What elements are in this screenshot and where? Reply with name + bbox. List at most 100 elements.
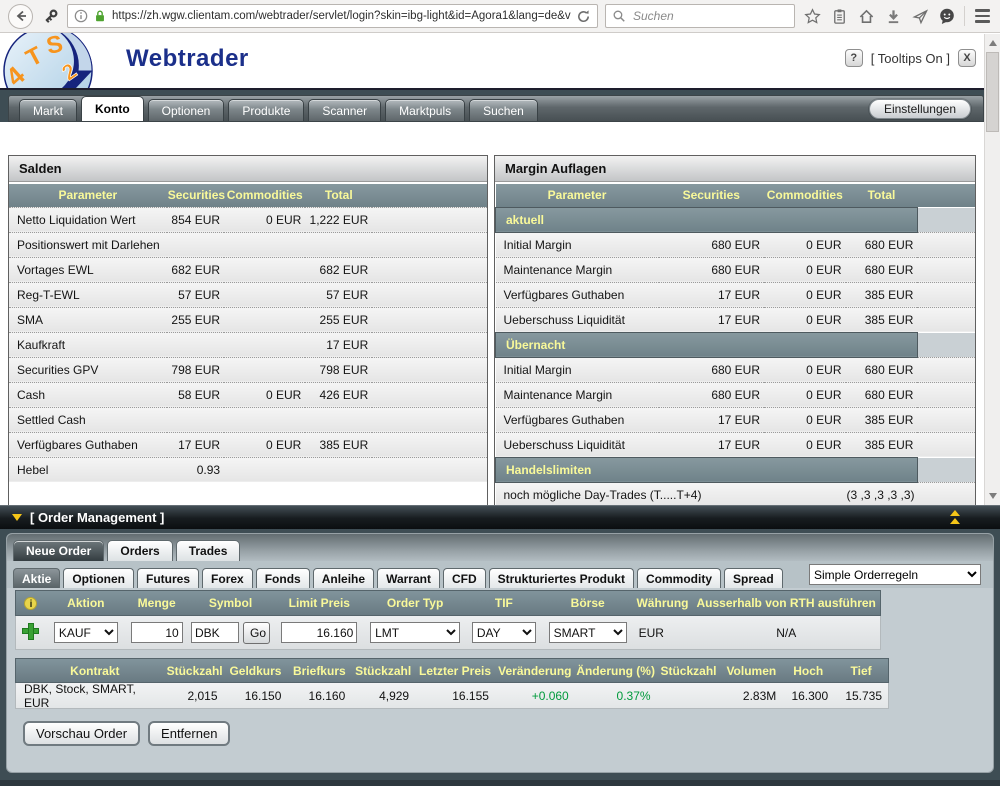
header-divider [0,88,984,90]
menu-hamburger-icon[interactable] [972,6,992,26]
col-parameter: Parameter [496,184,659,207]
balance-row: Settled Cash [9,407,487,432]
window-bottom-edge [0,780,1000,786]
margin-row: Ueberschuss Liquidität17 EUR0 EUR385 EUR [496,432,976,457]
browser-toolbar: https://zh.wgw.clientam.com/webtrader/se… [0,0,1000,33]
add-order-icon[interactable] [23,624,38,639]
quote-row[interactable]: DBK, Stock, SMART, EUR 2,015 16.150 16.1… [15,683,889,709]
https-lock-icon[interactable] [93,9,107,23]
order-management-panel: Neue Order Orders Trades Aktie Optionen … [6,533,994,773]
tab-optionen[interactable]: Optionen [148,99,225,121]
tab-fonds[interactable]: Fonds [256,568,310,588]
reload-icon[interactable] [576,9,591,24]
section-header-row: Handelslimiten [496,457,976,482]
tab-aktie[interactable]: Aktie [13,568,60,588]
tab-suchen[interactable]: Suchen [469,99,538,121]
symbol-input[interactable] [191,622,239,643]
col-commodities: Commodities [764,184,846,207]
tab-konto[interactable]: Konto [81,96,144,121]
bookmark-star-icon[interactable] [802,6,822,26]
exchange-select[interactable]: SMART [549,622,627,643]
tab-trades[interactable]: Trades [176,540,241,561]
url-bar[interactable]: https://zh.wgw.clientam.com/webtrader/se… [67,4,598,28]
page-scrollbar[interactable] [984,34,1000,505]
quote-last: 16.155 [415,689,495,703]
tab-cfd[interactable]: CFD [443,568,486,588]
outside-rth-value: N/A [692,626,880,640]
col-total: Total [846,184,918,207]
order-rules-select[interactable]: Simple Orderregeln [809,564,981,585]
quote-table-header: Kontrakt Stückzahl Geldkurs Briefkurs St… [15,658,889,683]
col-kontrakt: Kontrakt [16,664,166,678]
tab-forex[interactable]: Forex [202,568,253,588]
account-page: Salden Parameter Securities Commodities … [0,122,984,505]
col-securities: Securities [167,184,224,207]
tab-spread[interactable]: Spread [724,568,783,588]
tab-warrant[interactable]: Warrant [377,568,440,588]
close-button[interactable]: X [958,49,976,67]
col-stueckzahl-last: Stückzahl [657,664,721,678]
remove-button[interactable]: Entfernen [148,721,230,746]
download-icon[interactable] [883,6,903,26]
tab-neue-order[interactable]: Neue Order [13,540,104,561]
tab-markt[interactable]: Markt [19,99,77,121]
tab-marktpuls[interactable]: Marktpuls [385,99,465,121]
scroll-up-arrow[interactable] [989,40,997,46]
col-total: Total [305,184,372,207]
panel-collapse-arrows-icon[interactable] [950,510,960,524]
col-order-typ: Order Typ [365,596,465,610]
margin-row: Initial Margin680 EUR0 EUR680 EUR [496,232,976,257]
tif-select[interactable]: DAY [472,622,536,643]
tab-anleihe[interactable]: Anleihe [313,568,374,588]
browser-search-box[interactable] [605,4,795,28]
col-symbol: Symbol [188,596,274,610]
col-veraenderung: Veränderung [495,664,575,678]
quote-bid: 16.150 [224,689,288,703]
webtrader-window: https://zh.wgw.clientam.com/webtrader/se… [0,0,1000,786]
send-page-icon[interactable] [910,6,930,26]
quantity-input[interactable] [131,622,183,643]
tab-optionen-inst[interactable]: Optionen [63,568,134,588]
instrument-tabs-bar: Aktie Optionen Futures Forex Fonds Anlei… [7,561,993,588]
balance-row: Verfügbares Guthaben17 EUR0 EUR385 EUR [9,432,487,457]
scroll-down-arrow[interactable] [989,493,997,499]
order-entry-row: KAUF Go LMT DAY [15,616,881,650]
margin-row: Maintenance Margin680 EUR0 EUR680 EUR [496,257,976,282]
home-icon[interactable] [856,6,876,26]
go-button[interactable]: Go [243,622,270,644]
order-type-select[interactable]: LMT [370,622,460,643]
currency-value: EUR [633,626,693,640]
preview-order-button[interactable]: Vorschau Order [23,721,140,746]
tab-scanner[interactable]: Scanner [308,99,381,121]
tab-strukturiertes-produkt[interactable]: Strukturiertes Produkt [489,568,634,588]
tab-commodity[interactable]: Commodity [637,568,721,588]
chat-feedback-icon[interactable] [937,6,957,26]
tab-orders[interactable]: Orders [107,540,172,561]
browser-back-button[interactable] [8,4,33,29]
col-securities: Securities [659,184,764,207]
col-stueckzahl-ask: Stückzahl [351,664,415,678]
bookmarks-list-icon[interactable] [829,6,849,26]
extension-key-icon[interactable] [40,6,60,26]
tooltips-toggle[interactable]: [ Tooltips On ] [871,51,950,66]
limit-price-input[interactable] [281,622,357,643]
action-select[interactable]: KAUF [54,622,118,643]
collapse-triangle-icon[interactable] [12,514,22,521]
col-hoch: Hoch [782,664,834,678]
col-letzter-preis: Letzter Preis [415,664,495,678]
balance-row: Reg-T-EWL57 EUR57 EUR [9,282,487,307]
balance-row: Securities GPV798 EUR798 EUR [9,357,487,382]
order-tabs-bar: Neue Order Orders Trades [7,534,993,561]
settings-button[interactable]: Einstellungen [869,99,971,119]
tab-produkte[interactable]: Produkte [228,99,304,121]
browser-search-input[interactable] [631,8,761,24]
scrollbar-thumb[interactable] [986,52,999,132]
balance-row: Hebel0.93 [9,457,487,482]
site-info-icon[interactable] [74,9,88,23]
order-management-title: [ Order Management ] [30,510,164,525]
order-management-titlebar: [ Order Management ] [0,505,1000,529]
url-text[interactable]: https://zh.wgw.clientam.com/webtrader/se… [112,10,571,22]
help-button[interactable]: ? [845,49,863,67]
tab-futures[interactable]: Futures [137,568,199,588]
col-briefkurs: Briefkurs [287,664,351,678]
